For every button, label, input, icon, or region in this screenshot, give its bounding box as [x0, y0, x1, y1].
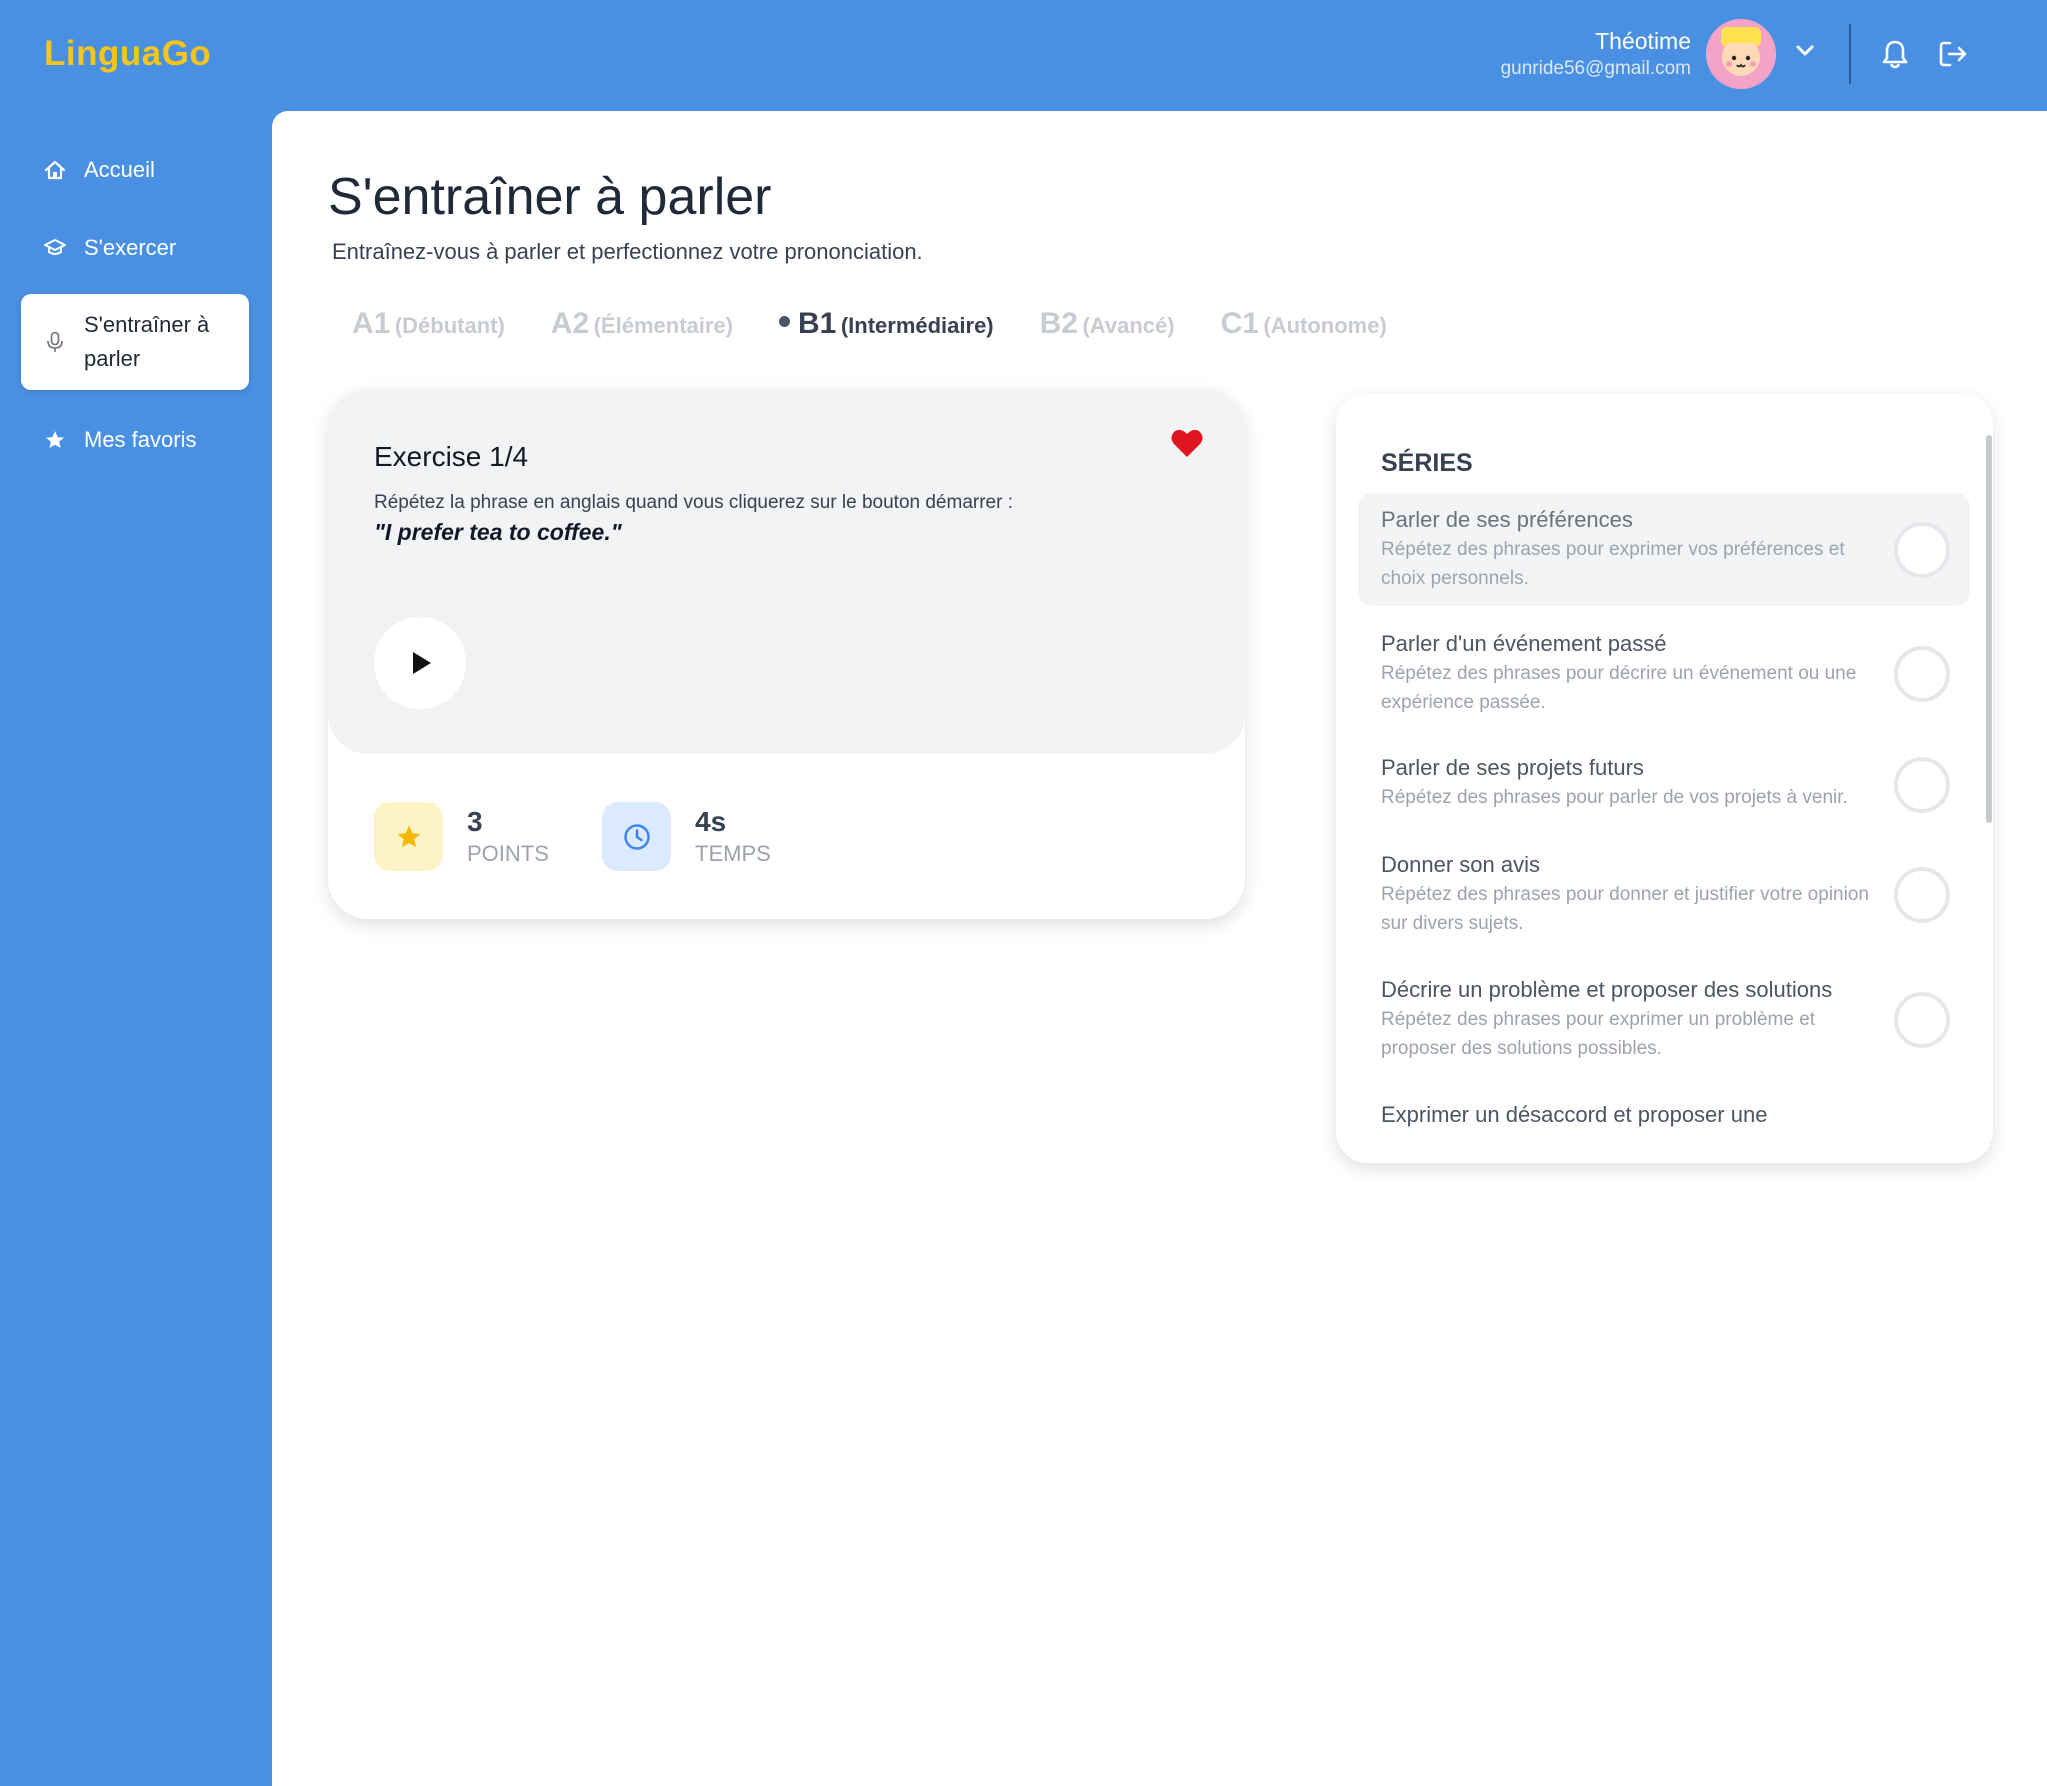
level-tabs: A1 (Débutant) A2 (Élémentaire) B1 (Inter… — [352, 307, 1433, 341]
series-item-title: Donner son avis — [1381, 852, 1540, 877]
exercise-title: Exercise 1/4 — [374, 441, 529, 472]
logout-icon[interactable] — [1937, 38, 1969, 70]
series-item-description: Répétez des phrases pour exprimer un pro… — [1381, 1009, 1816, 1059]
series-item[interactable]: Parler de ses projets futurs Répétez des… — [1358, 741, 1970, 827]
time-stat: 4s TEMPS — [602, 802, 771, 871]
level-code: A2 — [550, 307, 590, 340]
series-item[interactable]: Exprimer un désaccord et proposer une — [1358, 1088, 1970, 1148]
user-info: Théotime gunride56@gmail.com — [1501, 26, 1691, 82]
series-item-title: Parler d'un événement passé — [1381, 631, 1667, 656]
time-value: 4s — [695, 805, 727, 837]
page-title: S'entraîner à parler — [328, 168, 772, 226]
tab-level-c1[interactable]: C1 (Autonome) — [1221, 307, 1387, 341]
points-stat: 3 POINTS — [374, 802, 549, 871]
sidebar-item-mes-favoris[interactable]: Mes favoris — [21, 418, 249, 462]
clock-icon — [602, 802, 671, 871]
sidebar-item-accueil[interactable]: Accueil — [21, 148, 249, 192]
sidebar: Accueil S'exercer S'entraîner à parler M… — [0, 111, 272, 1786]
user-email: gunride56@gmail.com — [1500, 58, 1691, 79]
series-item-title: Exprimer un désaccord et proposer une — [1381, 1102, 1768, 1127]
play-icon — [413, 652, 431, 674]
series-item[interactable]: Parler de ses préférences Répétez des ph… — [1358, 493, 1970, 606]
bell-icon[interactable] — [1880, 38, 1910, 70]
star-badge-icon — [374, 802, 443, 871]
user-name: Théotime — [1595, 28, 1691, 54]
series-item-title: Décrire un problème et proposer des solu… — [1381, 977, 1833, 1002]
time-label: TEMPS — [695, 840, 771, 866]
progress-circle-icon — [1894, 646, 1950, 702]
progress-circle-icon — [1894, 992, 1950, 1048]
avatar[interactable] — [1706, 19, 1776, 89]
sidebar-item-sentrainer-a-parler[interactable]: S'entraîner à parler — [21, 294, 249, 390]
avatar-face-icon — [1706, 19, 1776, 89]
level-code: C1 — [1220, 307, 1259, 340]
level-name: (Autonome) — [1263, 313, 1387, 338]
series-item-title: Parler de ses préférences — [1381, 507, 1633, 532]
level-name: (Débutant) — [394, 313, 505, 338]
sidebar-item-label: S'exercer — [84, 235, 177, 260]
points-label: POINTS — [467, 840, 549, 866]
header-divider — [1849, 24, 1851, 84]
exercise-body: Exercise 1/4 Répétez la phrase en anglai… — [328, 389, 1245, 754]
chevron-down-icon[interactable] — [1792, 38, 1818, 64]
sidebar-item-label: Mes favoris — [84, 427, 197, 452]
series-panel: SÉRIES Parler de ses préférences Répétez… — [1336, 393, 1993, 1163]
main-panel: S'entraîner à parler Entraînez-vous à pa… — [272, 111, 2047, 1786]
series-item[interactable]: Décrire un problème et proposer des solu… — [1358, 963, 1970, 1076]
exercise-phrase: "I prefer tea to coffee." — [374, 519, 622, 545]
series-heading: SÉRIES — [1381, 449, 1473, 477]
level-code: A1 — [352, 307, 391, 340]
tab-level-b2[interactable]: B2 (Avancé) — [1040, 307, 1175, 341]
series-item-description: Répétez des phrases pour parler de vos p… — [1381, 787, 1848, 808]
sidebar-item-label: S'entraîner à parler — [84, 312, 210, 371]
tab-level-b1[interactable]: B1 (Intermédiaire) — [779, 307, 994, 341]
home-icon — [44, 160, 66, 180]
sidebar-item-label: Accueil — [84, 157, 155, 182]
series-item-title: Parler de ses projets futurs — [1381, 755, 1644, 780]
app-logo[interactable]: LinguaGo — [44, 34, 211, 74]
exercise-instruction: Répétez la phrase en anglais quand vous … — [374, 492, 1013, 513]
progress-circle-icon — [1894, 867, 1950, 923]
level-code: B2 — [1039, 307, 1078, 340]
level-name: (Avancé) — [1082, 313, 1175, 338]
series-item[interactable]: Donner son avis Répétez des phrases pour… — [1358, 838, 1970, 951]
series-item-description: Répétez des phrases pour décrire un évén… — [1381, 663, 1857, 713]
page-subtitle: Entraînez-vous à parler et perfectionnez… — [332, 239, 923, 264]
level-name: (Intermédiaire) — [840, 313, 994, 338]
tab-level-a2[interactable]: A2 (Élémentaire) — [551, 307, 733, 341]
heart-icon[interactable] — [1170, 427, 1204, 459]
level-name: (Élémentaire) — [593, 313, 733, 338]
play-button[interactable] — [374, 617, 466, 709]
series-item-description: Répétez des phrases pour exprimer vos pr… — [1381, 539, 1845, 589]
level-code: B1 — [798, 307, 837, 340]
top-bar: LinguaGo Théotime gunride56@gmail.com — [0, 0, 2047, 111]
graduation-cap-icon — [44, 239, 66, 255]
tab-level-a1[interactable]: A1 (Débutant) — [352, 307, 505, 341]
progress-circle-icon — [1894, 522, 1950, 578]
series-scrollbar[interactable] — [1986, 435, 1992, 823]
exercise-card: Exercise 1/4 Répétez la phrase en anglai… — [328, 389, 1245, 919]
microphone-icon — [47, 331, 63, 352]
active-dot-icon — [779, 316, 790, 327]
series-item[interactable]: Parler d'un événement passé Répétez des … — [1358, 617, 1970, 730]
progress-circle-icon — [1894, 757, 1950, 813]
sidebar-item-sexercer[interactable]: S'exercer — [21, 226, 249, 270]
series-item-description: Répétez des phrases pour donner et justi… — [1381, 884, 1869, 934]
points-value: 3 — [467, 805, 483, 837]
star-icon — [46, 431, 64, 448]
